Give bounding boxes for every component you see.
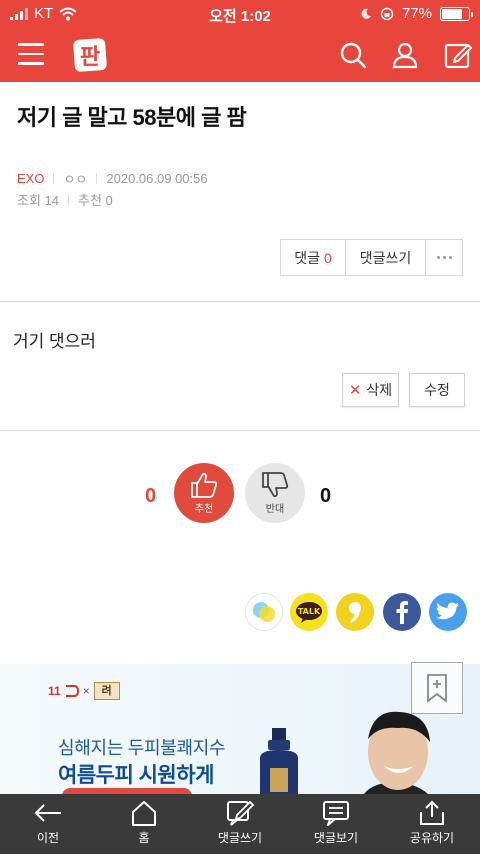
share-kakao-story-button[interactable] [245,593,283,631]
nav-write-comment[interactable]: 댓글쓰기 [192,794,288,854]
post-datetime: 2020.06.09 00:56 [106,171,208,186]
post-views: 조회 14 [17,193,59,208]
nav-share[interactable]: 공유하기 [384,794,480,854]
ad-brand: 11 × 려 [48,682,120,700]
share-facebook-button[interactable] [383,593,421,631]
ad-times-sign: × [82,684,90,698]
downvote-count: 0 [320,485,332,507]
ad-banner[interactable]: 11 × 려 심해지는 두피불쾌지수 여름두피 시원하게 [0,664,480,794]
downvote-button[interactable]: 반대 [245,463,305,523]
comma-icon [349,602,361,623]
post-category[interactable]: EXO [17,171,44,186]
nav-back[interactable]: 이전 [0,794,96,854]
post-author: ㅇㅇ [63,172,88,187]
upvote-label: 추천 [194,504,214,515]
comment-bar: 댓글 0 댓글쓰기 [280,239,463,276]
battery-percent: 77% [401,5,432,22]
ad-headline-2: 여름두피 시원하게 [58,764,214,787]
upvote-button[interactable]: 추천 [174,463,234,523]
talk-label: TALK [298,607,321,616]
battery-icon [440,6,473,21]
top-app-bar: 판 [0,28,480,82]
divider [0,301,480,302]
upvote-count: 0 [145,485,157,507]
nav-back-label: 이전 [36,831,60,845]
search-icon[interactable] [338,40,368,70]
facebook-icon [396,601,408,624]
home-icon [132,801,156,826]
edit-label: 수정 [424,382,450,398]
nav-view-comments-label: 댓글보기 [313,831,359,845]
write-comment-label: 댓글쓰기 [359,249,412,266]
post-title: 저기 글 말고 58분에 글 팜 [17,105,247,130]
write-comment-button[interactable]: 댓글쓰기 [346,240,426,275]
model-photo [364,711,430,794]
ad-brand-box: 려 [93,682,120,700]
kakaotalk-icon: TALK [296,602,322,623]
eleven-street-logo-icon [65,685,79,697]
delete-label: 삭제 [366,382,393,398]
post-recommend-count: 추천 0 [78,193,113,208]
bookmark-button[interactable] [411,662,463,714]
share-twitter-button[interactable] [429,593,467,631]
moon-icon [361,8,371,19]
status-right: 77% [360,5,473,22]
share-kakaotalk-button[interactable]: TALK [290,593,328,631]
divider [0,430,480,431]
nav-share-label: 공유하기 [409,831,455,845]
logo-text: 판 [80,45,100,70]
nav-write-comment-label: 댓글쓰기 [217,831,263,845]
share-icon [420,800,444,825]
comments-label: 댓글 [294,249,320,266]
twitter-icon [436,602,459,620]
nav-home[interactable]: 홈 [96,794,192,854]
thumbs-up-icon [191,472,218,498]
comments-button[interactable]: 댓글 0 [281,240,346,275]
post-body: 거기 댓으러 [13,332,96,351]
status-bar: KT 오전 1:02 77% [0,0,480,28]
user-icon[interactable] [390,40,420,70]
ad-headline-1: 심해지는 두피불쾌지수 [58,738,226,758]
shampoo-bottle-image [260,728,298,794]
thumbs-down-icon [262,472,289,498]
menu-icon[interactable] [18,43,44,67]
more-dots-icon [436,256,452,259]
downvote-label: 반대 [265,504,285,515]
post-meta: EXO ㅇㅇ 2020.06.09 00:56 [17,169,208,188]
nav-view-comments[interactable]: 댓글보기 [288,794,384,854]
kakao-story-icon [253,602,275,622]
ad-brand-text: 11 [48,684,61,698]
comment-view-icon [323,801,349,826]
delete-button[interactable]: ✕ 삭제 [342,373,399,407]
comments-count: 0 [323,249,332,266]
more-options-button[interactable] [426,240,462,275]
compose-icon [227,800,255,826]
share-kakao-page-button[interactable] [336,593,374,631]
back-arrow-icon [34,804,61,822]
write-icon[interactable] [443,40,473,70]
nav-home-label: 홈 [138,831,150,845]
rotation-lock-icon [380,7,394,20]
pann-logo[interactable]: 판 [72,36,108,74]
close-icon: ✕ [348,382,362,399]
bottom-nav: 이전 홈 댓글쓰기 댓글보기 공유하기 [0,794,480,854]
edit-button[interactable]: 수정 [409,373,465,407]
bookmark-add-icon [427,674,447,703]
post-stats: 조회 14 추천 0 [17,190,113,209]
